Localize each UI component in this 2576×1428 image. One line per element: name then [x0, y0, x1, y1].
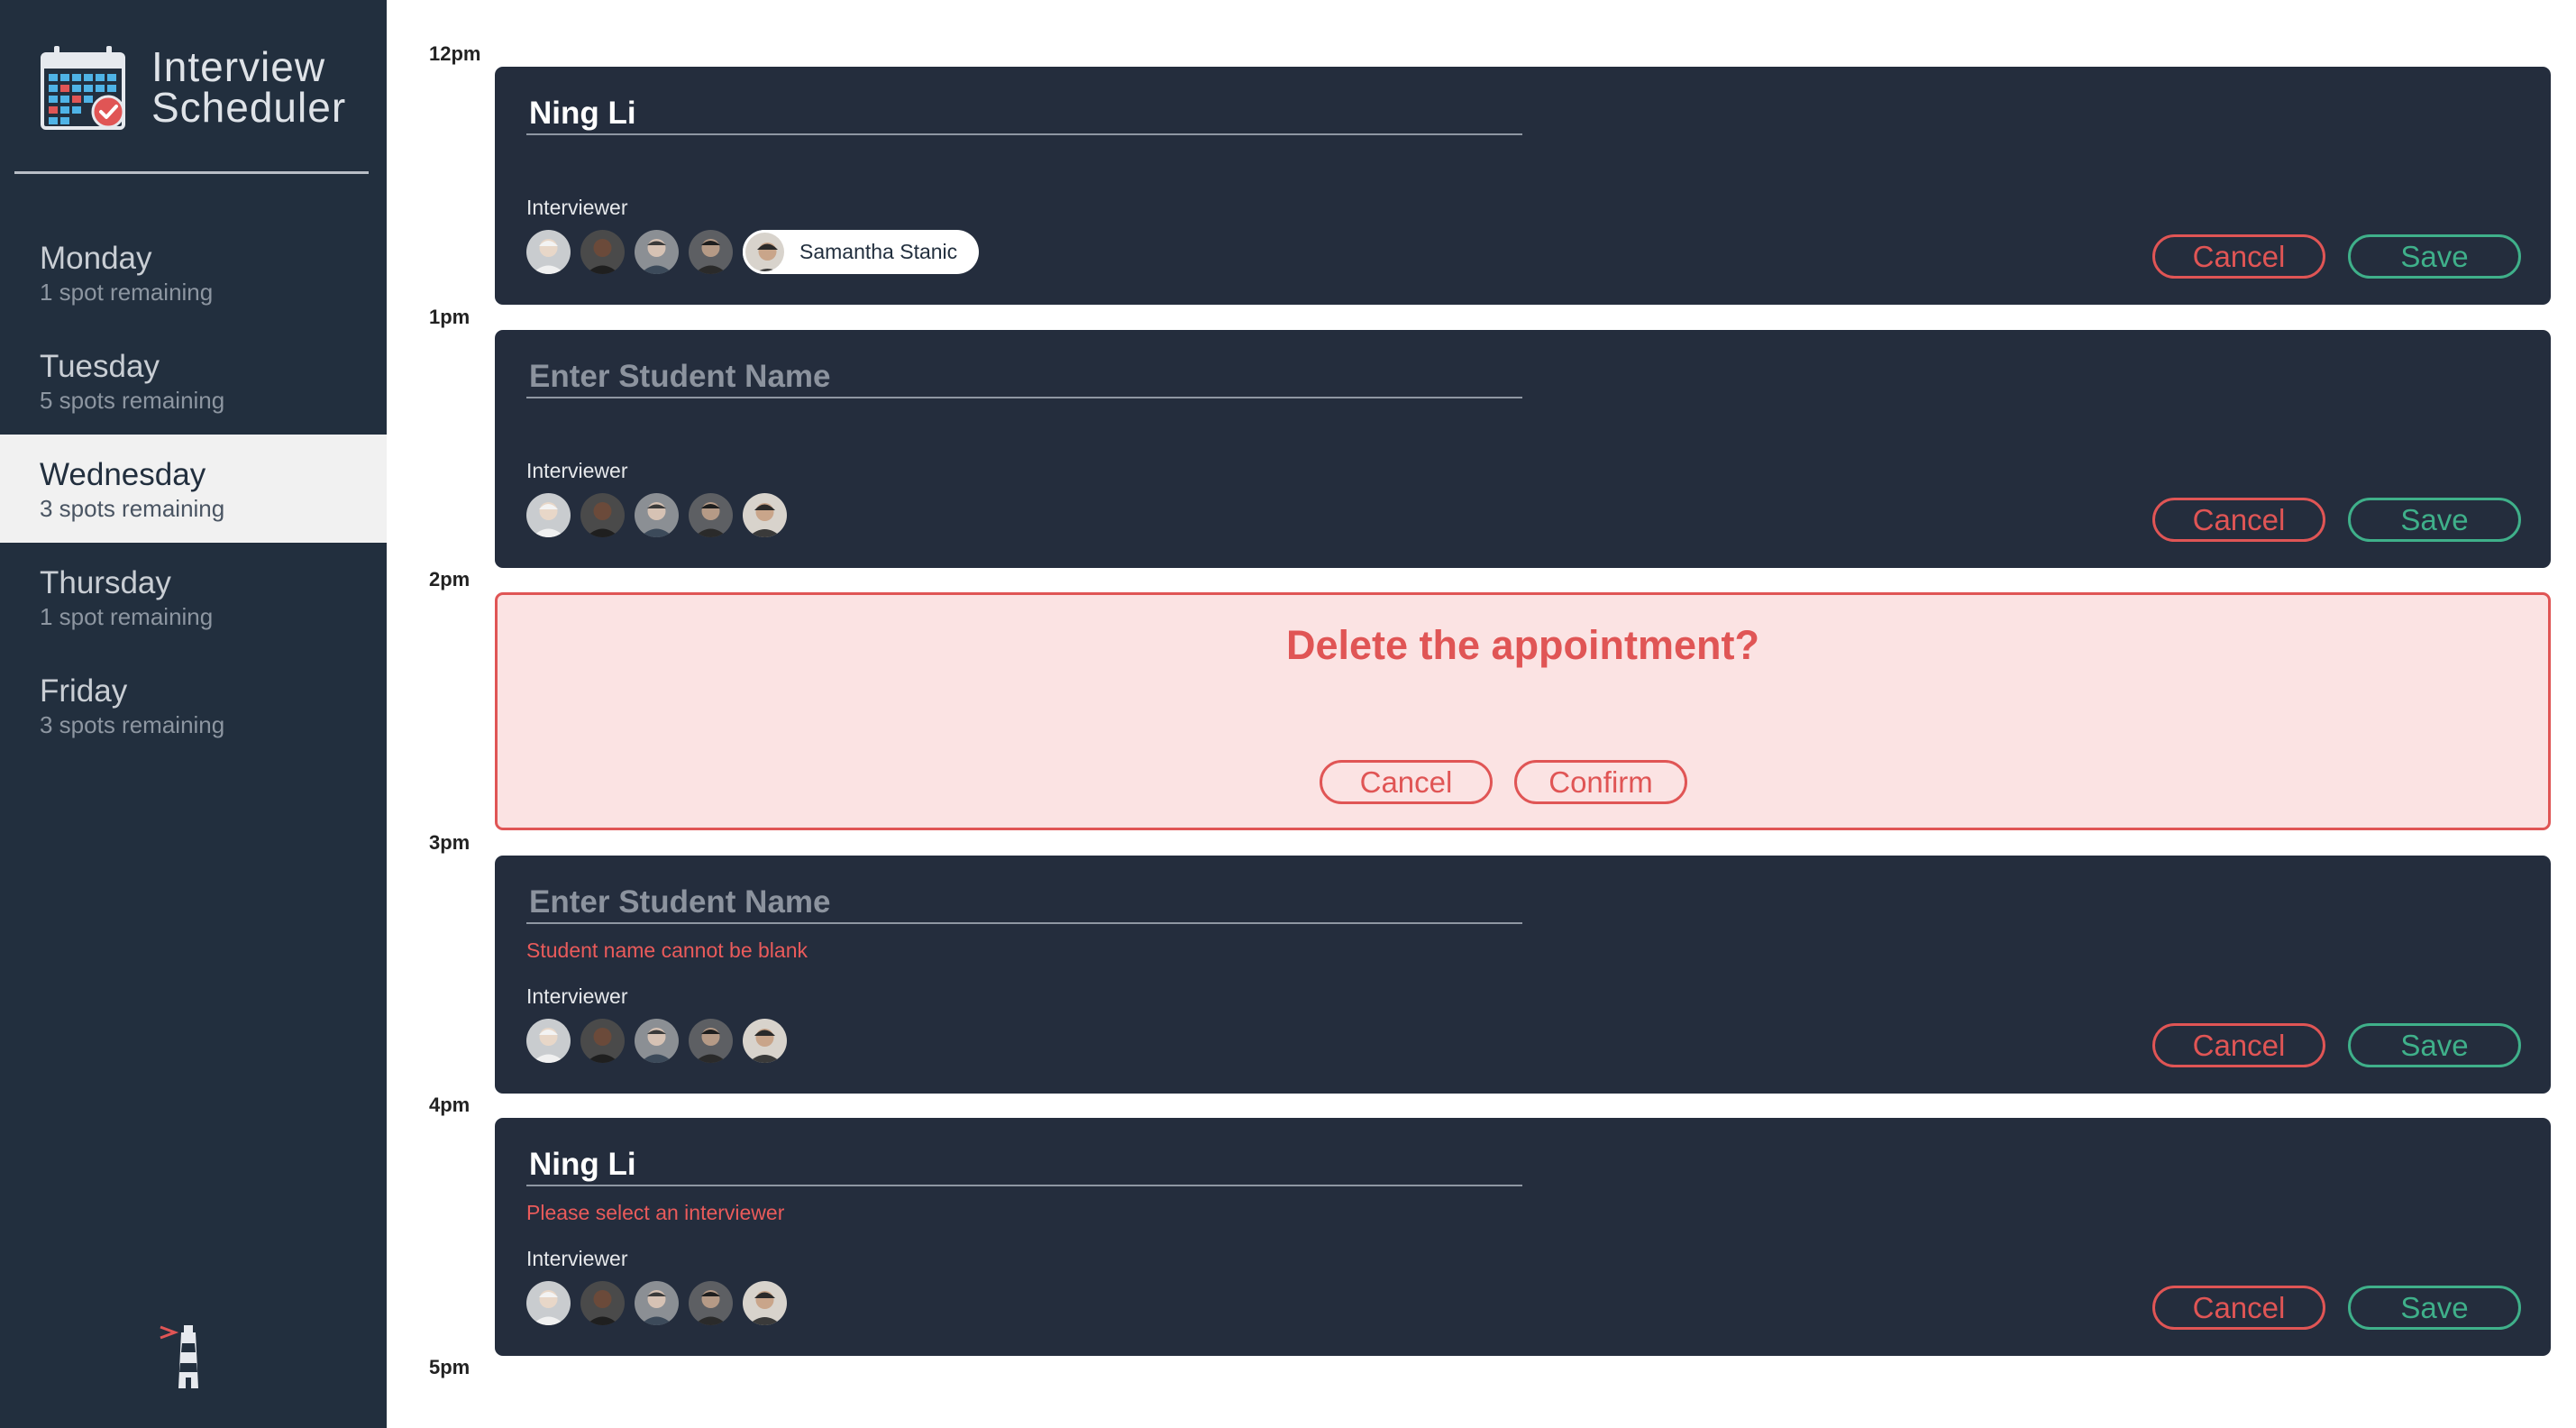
- cancel-button[interactable]: Cancel: [2152, 234, 2325, 279]
- time-label: 1pm: [429, 306, 470, 328]
- day-item-tuesday[interactable]: Tuesday 5 spots remaining: [0, 326, 387, 435]
- interviewer-label: Interviewer: [526, 459, 628, 482]
- interviewer-list: Samantha Stanic: [526, 230, 980, 274]
- interviewer-avatar[interactable]: [526, 1019, 571, 1063]
- student-name-input[interactable]: Enter Student Name: [526, 357, 1522, 398]
- day-item-wednesday[interactable]: Wednesday 3 spots remaining: [0, 435, 387, 543]
- day-spots: 3 spots remaining: [40, 711, 225, 738]
- time-label: 5pm: [429, 1356, 470, 1378]
- lighthouse-icon: [160, 1325, 198, 1388]
- day-name: Wednesday: [40, 457, 206, 492]
- confirm-button[interactable]: Confirm: [1514, 760, 1687, 804]
- validation-error: Student name cannot be blank: [526, 938, 808, 962]
- cancel-button[interactable]: Cancel: [2152, 1023, 2325, 1067]
- interviewer-avatar[interactable]: [689, 493, 733, 537]
- validation-error: Please select an interviewer: [526, 1201, 785, 1224]
- day-spots: 5 spots remaining: [40, 387, 225, 414]
- interviewer-avatar[interactable]: [689, 1019, 733, 1063]
- confirm-cancel-button[interactable]: Cancel: [1320, 760, 1493, 804]
- interviewer-avatar[interactable]: [689, 230, 733, 274]
- app-title: Interview Scheduler: [151, 43, 347, 131]
- student-name-value: Ning Li: [529, 96, 636, 131]
- app-logo: Interview Scheduler: [40, 43, 346, 133]
- interviewer-avatar[interactable]: [526, 493, 571, 537]
- day-item-friday[interactable]: Friday 3 spots remaining: [0, 651, 387, 759]
- day-spots: 1 spot remaining: [40, 603, 214, 630]
- interviewer-avatar[interactable]: [526, 1281, 571, 1325]
- day-item-monday[interactable]: Monday 1 spot remaining: [0, 218, 387, 326]
- student-name-input[interactable]: Ning Li: [526, 1145, 1522, 1186]
- interviewer-avatar[interactable]: [689, 1281, 733, 1325]
- selected-interviewer-name: Samantha Stanic: [799, 240, 958, 263]
- interviewer-avatar: [743, 230, 787, 274]
- save-button[interactable]: Save: [2348, 498, 2521, 542]
- interviewer-avatar[interactable]: [526, 230, 571, 274]
- schedule: 12pm 1pm 2pm 3pm 4pm 5pm Ning Li Intervi…: [387, 0, 2576, 1428]
- appointment-form: Ning Li Interviewer Samantha Stanic Canc…: [495, 67, 2551, 305]
- selected-interviewer[interactable]: Samantha Stanic: [743, 230, 980, 274]
- app-title-line1: Interview: [151, 43, 326, 90]
- cancel-button[interactable]: Cancel: [2152, 1286, 2325, 1330]
- interviewer-label: Interviewer: [526, 1247, 628, 1270]
- interviewer-avatar[interactable]: [580, 493, 625, 537]
- appointment-form: Ning Li Please select an interviewer Int…: [495, 1118, 2551, 1356]
- interviewer-avatar[interactable]: [635, 493, 679, 537]
- interviewer-label: Interviewer: [526, 196, 628, 219]
- student-name-input[interactable]: Ning Li: [526, 94, 1522, 135]
- appointment-form: Enter Student Name Interviewer Cancel Sa…: [495, 330, 2551, 568]
- day-name: Tuesday: [40, 349, 160, 384]
- student-name-placeholder: Enter Student Name: [529, 884, 831, 920]
- confirm-message: Delete the appointment?: [1285, 622, 1760, 668]
- interviewer-avatar[interactable]: [635, 230, 679, 274]
- time-label: 4pm: [429, 1094, 470, 1116]
- interviewer-label: Interviewer: [526, 984, 628, 1008]
- time-label: 12pm: [429, 42, 481, 65]
- interviewer-avatar[interactable]: [743, 1019, 787, 1063]
- interviewer-list: [526, 1281, 797, 1325]
- save-button[interactable]: Save: [2348, 1286, 2521, 1330]
- save-button[interactable]: Save: [2348, 234, 2521, 279]
- interviewer-avatar[interactable]: [635, 1281, 679, 1325]
- day-spots: 1 spot remaining: [40, 279, 214, 306]
- student-name-input[interactable]: Enter Student Name: [526, 883, 1522, 924]
- day-spots: 3 spots remaining: [40, 495, 225, 522]
- student-name-placeholder: Enter Student Name: [529, 359, 831, 394]
- student-name-value: Ning Li: [529, 1147, 636, 1182]
- appointment-form: Enter Student Name Student name cannot b…: [495, 856, 2551, 1094]
- time-label: 3pm: [429, 831, 470, 854]
- day-item-thursday[interactable]: Thursday 1 spot remaining: [0, 543, 387, 651]
- interviewer-list: [526, 1019, 797, 1063]
- save-button[interactable]: Save: [2348, 1023, 2521, 1067]
- interviewer-avatar[interactable]: [635, 1019, 679, 1063]
- day-list: Monday 1 spot remaining Tuesday 5 spots …: [0, 218, 387, 759]
- day-name: Thursday: [40, 565, 171, 600]
- interviewer-avatar[interactable]: [743, 493, 787, 537]
- delete-confirmation: Delete the appointment? Cancel Confirm: [495, 592, 2551, 830]
- app-title-line2: Scheduler: [151, 84, 347, 131]
- calendar-icon: [41, 46, 125, 130]
- sidebar-divider: [14, 171, 369, 174]
- interviewer-avatar[interactable]: [580, 1281, 625, 1325]
- interviewer-list: [526, 493, 797, 537]
- day-name: Friday: [40, 673, 128, 709]
- time-label: 2pm: [429, 568, 470, 590]
- cancel-button[interactable]: Cancel: [2152, 498, 2325, 542]
- sidebar: Interview Scheduler Monday 1 spot remain…: [0, 0, 387, 1428]
- day-name: Monday: [40, 241, 152, 276]
- interviewer-avatar[interactable]: [580, 1019, 625, 1063]
- app-root: Interview Scheduler Monday 1 spot remain…: [0, 0, 2576, 1428]
- interviewer-avatar[interactable]: [580, 230, 625, 274]
- interviewer-avatar[interactable]: [743, 1281, 787, 1325]
